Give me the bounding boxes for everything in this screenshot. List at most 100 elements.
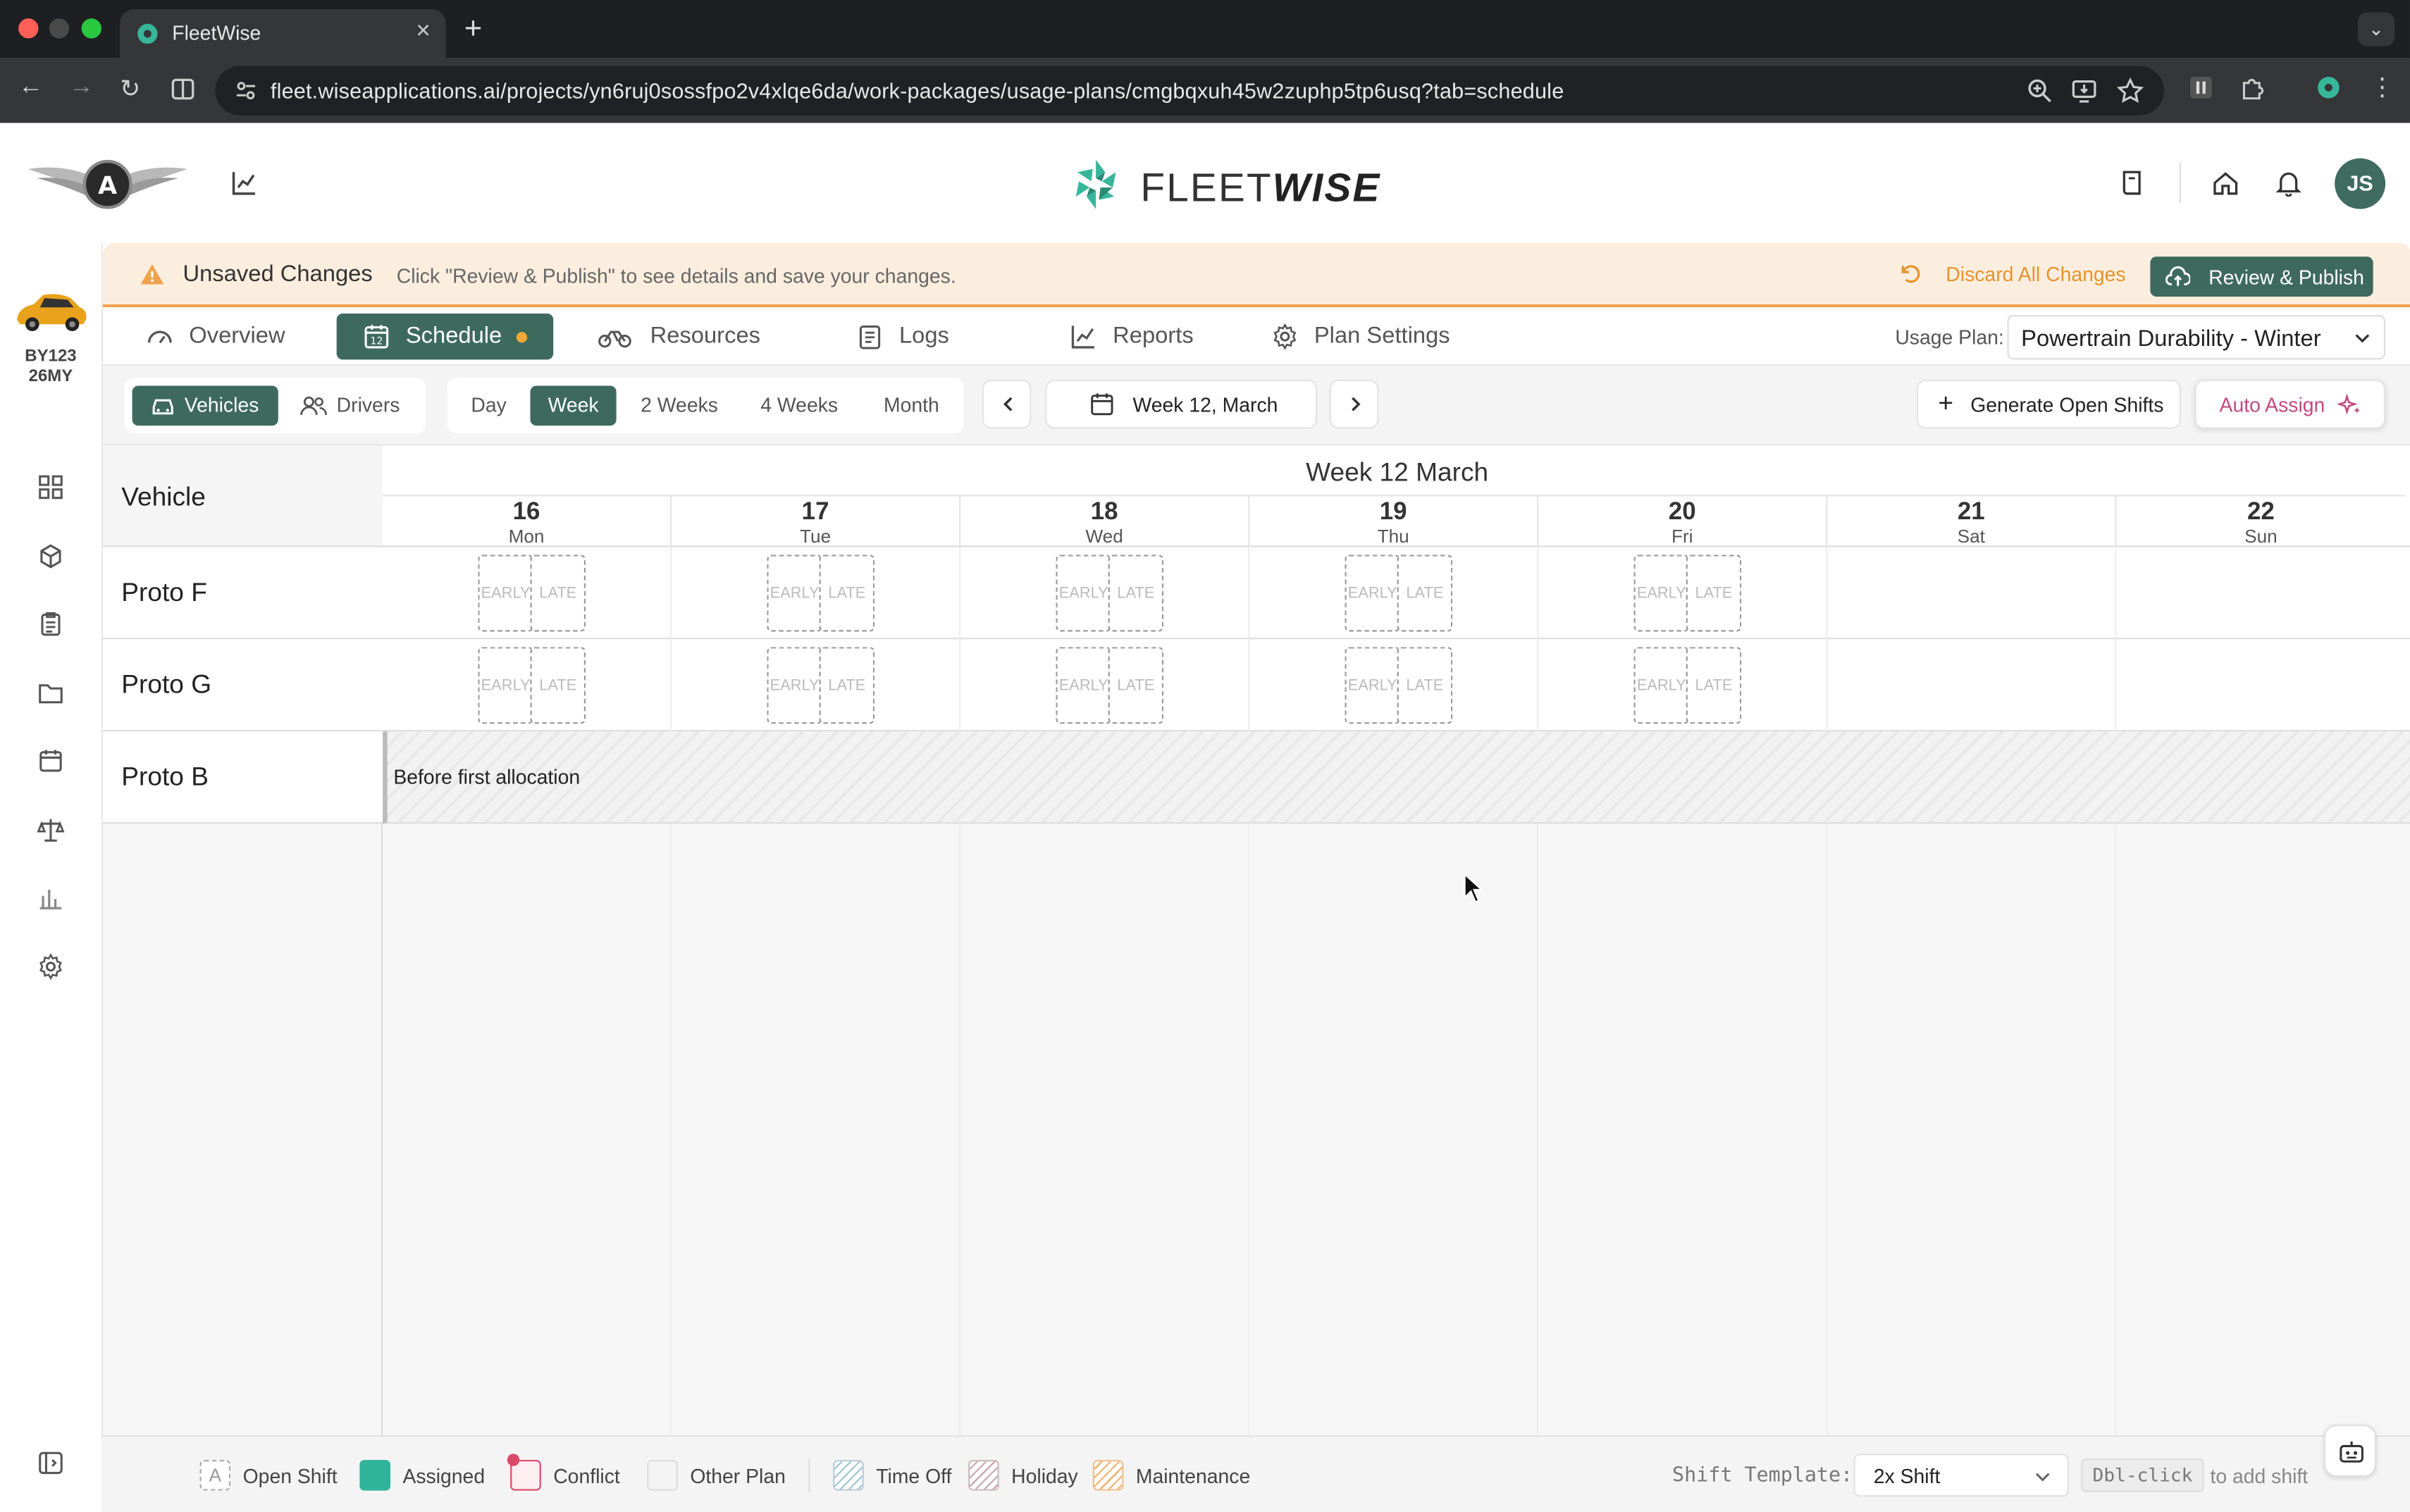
auto-assign-button[interactable]: Auto Assign <box>2194 379 2386 429</box>
vehicles-toggle[interactable]: Vehicles <box>132 385 278 426</box>
settings-gear-icon[interactable] <box>37 953 64 980</box>
split-view-icon[interactable] <box>171 77 195 101</box>
book-icon[interactable] <box>2118 169 2146 197</box>
discard-all-changes-button[interactable]: Discard All Changes <box>1895 243 2141 308</box>
open-shift-late[interactable]: LATE <box>1397 554 1453 632</box>
drivers-toggle[interactable]: Drivers <box>285 385 420 426</box>
open-shift-early[interactable]: EARLY <box>767 647 822 724</box>
folder-icon[interactable] <box>37 679 64 707</box>
home-icon[interactable] <box>2212 169 2239 197</box>
notification-bell-icon[interactable] <box>2275 169 2302 197</box>
day-cell[interactable]: EARLY LATE <box>960 547 1250 640</box>
profile-favicon-icon[interactable] <box>2315 74 2342 101</box>
fleetwise-logo-icon <box>1075 159 1116 209</box>
open-shift-early[interactable]: EARLY <box>1345 647 1401 724</box>
range-4-weeks[interactable]: 4 Weeks <box>748 385 850 426</box>
open-shift-early[interactable]: EARLY <box>1633 554 1690 632</box>
range-week[interactable]: Week <box>530 385 617 426</box>
browser-tab[interactable]: FleetWise × <box>120 9 446 58</box>
open-shift-late[interactable]: LATE <box>1686 554 1742 632</box>
next-period-button[interactable] <box>1329 379 1379 429</box>
day-cell[interactable] <box>2116 547 2405 639</box>
day-cell[interactable] <box>2116 639 2405 731</box>
reload-icon[interactable]: ↻ <box>120 74 140 105</box>
open-shift-early[interactable]: EARLY <box>767 554 822 632</box>
range-2-weeks[interactable]: 2 Weeks <box>629 385 730 426</box>
day-cell[interactable]: EARLY LATE <box>1249 547 1539 640</box>
dashboard-grid-icon[interactable] <box>37 473 64 501</box>
range-month[interactable]: Month <box>868 385 954 426</box>
day-cell[interactable] <box>1827 639 2117 732</box>
zoom-icon[interactable] <box>2026 77 2053 104</box>
open-shift-early[interactable]: EARLY <box>1345 554 1401 632</box>
open-shift-early[interactable]: EARLY <box>478 647 533 724</box>
site-settings-icon[interactable] <box>234 78 259 103</box>
holiday-swatch <box>968 1460 999 1491</box>
open-shift-late[interactable]: LATE <box>1686 647 1742 724</box>
vehicle-row-label[interactable]: Proto B <box>103 731 383 824</box>
shift-template-select[interactable]: 2x Shift <box>1853 1454 2069 1497</box>
open-shift-late[interactable]: LATE <box>1397 647 1453 724</box>
open-shift-early[interactable]: EARLY <box>1056 554 1111 632</box>
range-day[interactable]: Day <box>458 385 519 426</box>
open-shift-late[interactable]: LATE <box>819 554 875 632</box>
company-wings-logo-icon[interactable]: A <box>25 151 191 216</box>
extension-icon[interactable] <box>2187 74 2215 101</box>
open-shift-late[interactable]: LATE <box>530 647 586 724</box>
tab-search-chevron-icon[interactable]: ⌄ <box>2357 12 2395 47</box>
address-bar[interactable]: fleet.wiseapplications.ai/projects/yn6ru… <box>215 66 2165 116</box>
day-cell[interactable] <box>1827 547 2117 640</box>
maintenance-swatch <box>1092 1460 1124 1491</box>
day-cell[interactable]: EARLY LATE <box>1538 639 1828 732</box>
package-box-icon[interactable] <box>37 543 64 570</box>
review-publish-button[interactable]: Review & Publish <box>2150 256 2373 297</box>
extensions-puzzle-icon[interactable] <box>2239 74 2267 101</box>
tab-resources[interactable]: Resources <box>598 307 767 366</box>
open-shift-early[interactable]: EARLY <box>1633 647 1690 724</box>
open-shift-late[interactable]: LATE <box>1108 647 1164 724</box>
day-cell[interactable]: EARLY LATE <box>383 639 672 732</box>
tab-overview[interactable]: Overview <box>146 307 299 366</box>
user-avatar[interactable]: JS <box>2335 158 2386 209</box>
tab-logs[interactable]: Logs <box>856 307 979 366</box>
tab-plan-settings[interactable]: Plan Settings <box>1271 307 1471 366</box>
back-icon[interactable]: ← <box>18 74 43 101</box>
bookmark-star-icon[interactable] <box>2116 77 2144 104</box>
open-shift-late[interactable]: LATE <box>1108 554 1164 632</box>
browser-menu-icon[interactable]: ⋮ <box>2370 73 2394 104</box>
bar-chart-icon[interactable] <box>37 884 64 911</box>
vehicle-row-label[interactable]: Proto F <box>103 547 383 640</box>
open-shift-late[interactable]: LATE <box>819 647 875 724</box>
forward-icon[interactable]: → <box>69 74 94 101</box>
minimize-window-button[interactable] <box>49 18 70 39</box>
close-tab-icon[interactable]: × <box>416 18 430 46</box>
collapse-sidebar-icon[interactable] <box>37 1449 64 1477</box>
vehicle-row-label[interactable]: Proto G <box>103 639 383 732</box>
vehicle-column: Vehicle Proto F Proto G Proto B <box>103 445 383 1512</box>
scales-icon[interactable] <box>37 816 65 843</box>
new-tab-icon[interactable]: + <box>464 12 482 47</box>
day-cell[interactable]: EARLY LATE <box>1538 547 1828 640</box>
open-shift-early[interactable]: EARLY <box>1056 647 1111 724</box>
shift-template-label: Shift Template: <box>1672 1464 1853 1488</box>
open-shift-late[interactable]: LATE <box>530 554 586 632</box>
assistant-bot-button[interactable] <box>2323 1424 2377 1477</box>
calendar-icon[interactable] <box>37 747 64 774</box>
clipboard-icon[interactable] <box>37 610 64 638</box>
day-cell[interactable]: EARLY LATE <box>672 547 961 640</box>
open-shift-early[interactable]: EARLY <box>478 554 533 632</box>
install-app-icon[interactable] <box>2070 77 2098 104</box>
generate-open-shifts-button[interactable]: + Generate Open Shifts <box>1916 379 2182 429</box>
tab-reports[interactable]: Reports <box>1070 307 1223 366</box>
day-cell[interactable]: EARLY LATE <box>383 547 672 640</box>
analytics-chart-icon[interactable] <box>230 169 258 197</box>
day-cell[interactable]: EARLY LATE <box>960 639 1250 732</box>
previous-period-button[interactable] <box>982 379 1032 429</box>
usage-plan-select[interactable]: Powertrain Durability - Winter <box>2007 315 2386 360</box>
maximize-window-button[interactable] <box>81 18 101 39</box>
day-cell[interactable]: EARLY LATE <box>1249 639 1539 732</box>
close-window-button[interactable] <box>18 18 39 39</box>
day-cell[interactable]: EARLY LATE <box>672 639 961 732</box>
period-picker-button[interactable]: Week 12, March <box>1045 379 1318 429</box>
tab-schedule[interactable]: 12 Schedule <box>336 313 554 360</box>
